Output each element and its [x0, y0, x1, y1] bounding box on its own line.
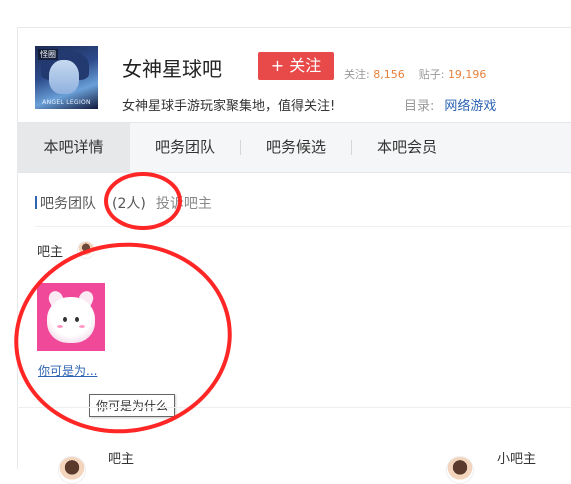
posts-count: 19,196: [447, 68, 487, 81]
tab-forum-members[interactable]: 本吧会员: [352, 123, 462, 172]
lower-small-owner-avatar[interactable]: [446, 456, 474, 484]
complain-link[interactable]: 投诉吧主: [156, 196, 212, 212]
lower-owner-label: 吧主: [108, 452, 135, 467]
tab-forum-details[interactable]: 本吧详情: [17, 123, 130, 172]
logo-face-shape: [49, 60, 79, 94]
avatar-cheek-shape: [79, 325, 85, 328]
section-divider: [17, 407, 571, 408]
forum-stats: 关注: 8,156 贴子: 19,196: [344, 66, 486, 82]
follow-button[interactable]: + 关注: [258, 52, 334, 80]
tab-bar: 本吧详情 吧务团队 吧务候选 本吧会员: [17, 122, 571, 173]
tab-forum-candidates[interactable]: 吧务候选: [241, 123, 351, 172]
follow-count: 8,156: [373, 68, 405, 81]
team-title: 吧务团队: [40, 196, 96, 212]
member-avatar[interactable]: [37, 283, 105, 351]
owner-role-label: 吧主: [37, 245, 64, 260]
owner-role-icon: [77, 241, 95, 259]
logo-badge: 怪圈: [38, 49, 58, 60]
section-divider: [35, 226, 571, 227]
team-count: (2人): [112, 196, 146, 212]
category-link[interactable]: 网络游戏: [444, 99, 496, 114]
category-label: 目录:: [404, 99, 435, 114]
forum-logo[interactable]: 怪圈 ANGEL LEGION: [35, 46, 98, 109]
avatar-body-shape: [47, 297, 95, 343]
avatar-eye-shape: [63, 317, 67, 322]
avatar-cheek-shape: [57, 325, 63, 328]
forum-slogan: 女神星球手游玩家聚集地，值得关注!: [122, 99, 336, 114]
member-name-tooltip: 你可是为什么: [89, 394, 176, 417]
lower-owner-avatar[interactable]: [58, 456, 86, 484]
lower-small-owner-label: 小吧主: [497, 452, 537, 467]
logo-caption: ANGEL LEGION: [42, 99, 91, 106]
forum-category: 目录: 网络游戏: [404, 95, 496, 114]
follow-count-label: 关注:: [344, 68, 370, 81]
member-name-link[interactable]: 你可是为...: [38, 362, 97, 379]
tab-forum-team[interactable]: 吧务团队: [130, 123, 240, 172]
avatar-eye-shape: [75, 317, 79, 322]
team-section-title: 吧务团队 (2人) 投诉吧主: [35, 193, 212, 213]
posts-count-label: 贴子:: [418, 68, 445, 81]
title-accent-bar: [35, 196, 37, 209]
forum-name[interactable]: 女神星球吧: [122, 53, 222, 82]
